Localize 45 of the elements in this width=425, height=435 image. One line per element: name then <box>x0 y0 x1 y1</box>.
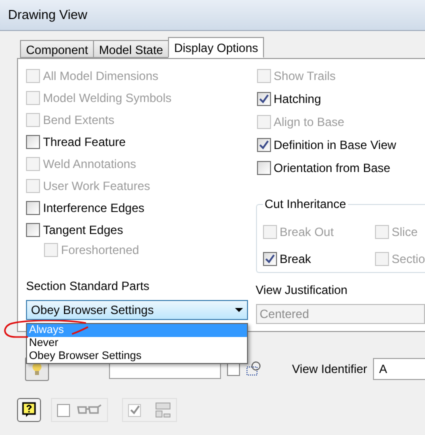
checkbox-label: Tangent Edges <box>43 223 124 237</box>
checkbox[interactable] <box>256 92 271 106</box>
group-title: Cut Inheritance <box>262 197 348 211</box>
checkbox[interactable] <box>26 135 40 149</box>
checkbox-label: Align to Base <box>274 115 344 129</box>
tab[interactable]: Display Options <box>168 37 264 58</box>
dropdown-option[interactable]: Obey Browser Settings <box>27 350 247 363</box>
checkbox-label: All Model Dimensions <box>43 69 158 83</box>
lightbulb-icon <box>31 362 43 376</box>
checkbox-label: Model Welding Symbols <box>43 91 172 105</box>
checkbox[interactable] <box>57 404 70 416</box>
checkbox-label: Slice <box>392 225 418 239</box>
checkbox-label: Show Trails <box>274 69 336 83</box>
text-field[interactable]: A <box>373 358 425 380</box>
view-icon <box>246 361 262 377</box>
dropdown[interactable]: Obey Browser Settings <box>26 300 248 320</box>
checkbox-label: Break Out <box>280 225 334 239</box>
checkbox-label: Hatching <box>274 92 322 106</box>
field-label: Section Standard Parts <box>26 279 150 293</box>
checkbox-label: Bend Extents <box>43 113 114 127</box>
checkbox-label: User Work Features <box>43 179 150 193</box>
field-label: View Justification <box>256 283 348 297</box>
checkbox-label: Weld Annotations <box>43 157 136 171</box>
field-label: View Identifier <box>292 361 368 378</box>
checkbox-label: Interference Edges <box>43 201 144 215</box>
checkbox-label: Definition in Base View <box>274 138 396 152</box>
checkbox-label: Thread Feature <box>43 135 126 149</box>
help-icon <box>22 402 36 418</box>
checkbox-label: Foreshortened <box>61 243 140 257</box>
help-button[interactable] <box>17 398 41 422</box>
tab[interactable]: Component <box>20 40 94 58</box>
caret-icon <box>235 308 243 312</box>
checkbox-label: Sectio <box>392 252 425 266</box>
glasses-icon <box>76 404 102 416</box>
checkbox[interactable] <box>256 138 271 152</box>
dropdown-option[interactable]: Never <box>27 337 247 350</box>
layout-icon <box>155 402 171 418</box>
window-title: Drawing View <box>8 6 88 24</box>
tab[interactable]: Model State <box>93 40 170 58</box>
checkbox[interactable] <box>262 252 277 266</box>
checkbox[interactable] <box>26 201 40 215</box>
checkbox-label: Orientation from Base <box>274 161 390 175</box>
checkbox[interactable] <box>26 223 40 237</box>
checkbox-label: Break <box>280 252 311 266</box>
checkbox[interactable] <box>256 161 271 175</box>
